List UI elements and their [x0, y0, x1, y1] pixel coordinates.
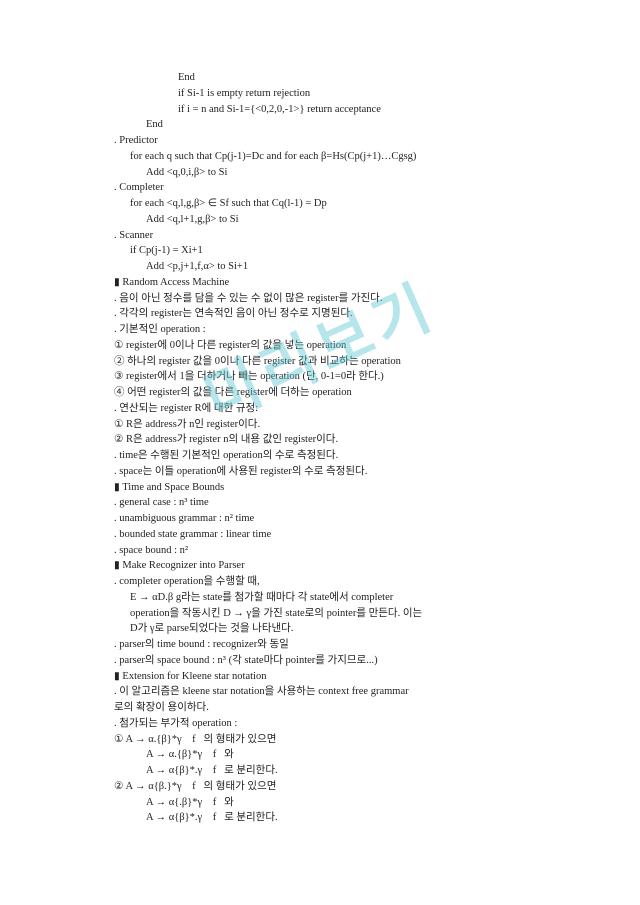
text-line: . 연산되는 register R에 대한 규정: — [98, 401, 570, 417]
text-line: . Completer — [98, 180, 570, 196]
text-line: for each q such that Cp(j-1)=Dc and for … — [98, 149, 570, 165]
text-line: . Predictor — [98, 133, 570, 149]
text-line: . bounded state grammar : linear time — [98, 527, 570, 543]
text-line: A → α{β}*.γ f 로 분리한다. — [98, 810, 570, 826]
text-line: D가 γ로 parse되었다는 것을 나타낸다. — [98, 621, 570, 637]
text-line: . 첨가되는 부가적 operation : — [98, 716, 570, 732]
text-line: ① register에 0이나 다른 register의 값을 넣는 opera… — [98, 338, 570, 354]
text-line: ▮ Make Recognizer into Parser — [98, 558, 570, 574]
text-line: if Cp(j-1) = Xi+1 — [98, 243, 570, 259]
text-line: . space bound : n² — [98, 543, 570, 559]
text-line: ▮ Time and Space Bounds — [98, 480, 570, 496]
text-line: if i = n and Si-1={<0,2,0,-1>} return ac… — [98, 102, 570, 118]
text-line: . 기본적인 operation : — [98, 322, 570, 338]
text-line: A → α{.β}*γ f 와 — [98, 795, 570, 811]
text-line: . 각각의 register는 연속적인 음이 아닌 정수로 지명된다. — [98, 306, 570, 322]
text-line: ③ register에서 1을 더하거나 빼는 operation (단, 0-… — [98, 369, 570, 385]
text-line: A → α{β}*.γ f 로 분리한다. — [98, 763, 570, 779]
text-line: Add <p,j+1,f,α> to Si+1 — [98, 259, 570, 275]
text-line: ① A → α.{β}*γ f 의 형태가 있으면 — [98, 732, 570, 748]
text-line: . general case : n³ time — [98, 495, 570, 511]
text-line: if Si-1 is empty return rejection — [98, 86, 570, 102]
text-line: E → αD.β g라는 state를 첨가할 때마다 각 state에서 co… — [98, 590, 570, 606]
text-line: Add <q,0,i,β> to Si — [98, 165, 570, 181]
document-body: Endif Si-1 is empty return rejectionif i… — [98, 70, 570, 826]
text-line: A → α.{β}*γ f 와 — [98, 747, 570, 763]
text-line: . Scanner — [98, 228, 570, 244]
text-line: ④ 어떤 register의 값을 다른 register에 더하는 opera… — [98, 385, 570, 401]
document-page: 미리보기 Endif Si-1 is empty return rejectio… — [0, 0, 640, 905]
text-line: ▮ Extension for Kleene star notation — [98, 669, 570, 685]
text-line: 로의 확장이 용이하다. — [98, 700, 570, 716]
text-line: End — [98, 117, 570, 133]
text-line: . parser의 space bound : n³ (각 state마다 po… — [98, 653, 570, 669]
text-line: . space는 이들 operation에 사용된 register의 수로 … — [98, 464, 570, 480]
text-line: ▮ Random Access Machine — [98, 275, 570, 291]
text-line: . parser의 time bound : recognizer와 동일 — [98, 637, 570, 653]
text-line: ② A → α{β.}*γ f 의 형태가 있으면 — [98, 779, 570, 795]
text-line: for each <q,l,g,β> ∈ Sf such that Cq(l-1… — [98, 196, 570, 212]
text-line: operation을 작동시킨 D → γ을 가진 state로의 pointe… — [98, 606, 570, 622]
text-line: ② R은 address가 register n의 내용 값인 register… — [98, 432, 570, 448]
text-line: . 이 알고리즘은 kleene star notation을 사용하는 con… — [98, 684, 570, 700]
text-line: . 음이 아닌 정수를 담을 수 있는 수 없이 많은 register를 가진… — [98, 291, 570, 307]
text-line: Add <q,l+1,g,β> to Si — [98, 212, 570, 228]
text-line: . time은 수행된 기본적인 operation의 수로 측정된다. — [98, 448, 570, 464]
text-line: . unambiguous grammar : n² time — [98, 511, 570, 527]
text-line: End — [98, 70, 570, 86]
text-line: ② 하나의 register 값을 0이나 다른 register 값과 비교하… — [98, 354, 570, 370]
text-line: ① R은 address가 n인 register이다. — [98, 417, 570, 433]
text-line: . completer operation을 수행할 때, — [98, 574, 570, 590]
